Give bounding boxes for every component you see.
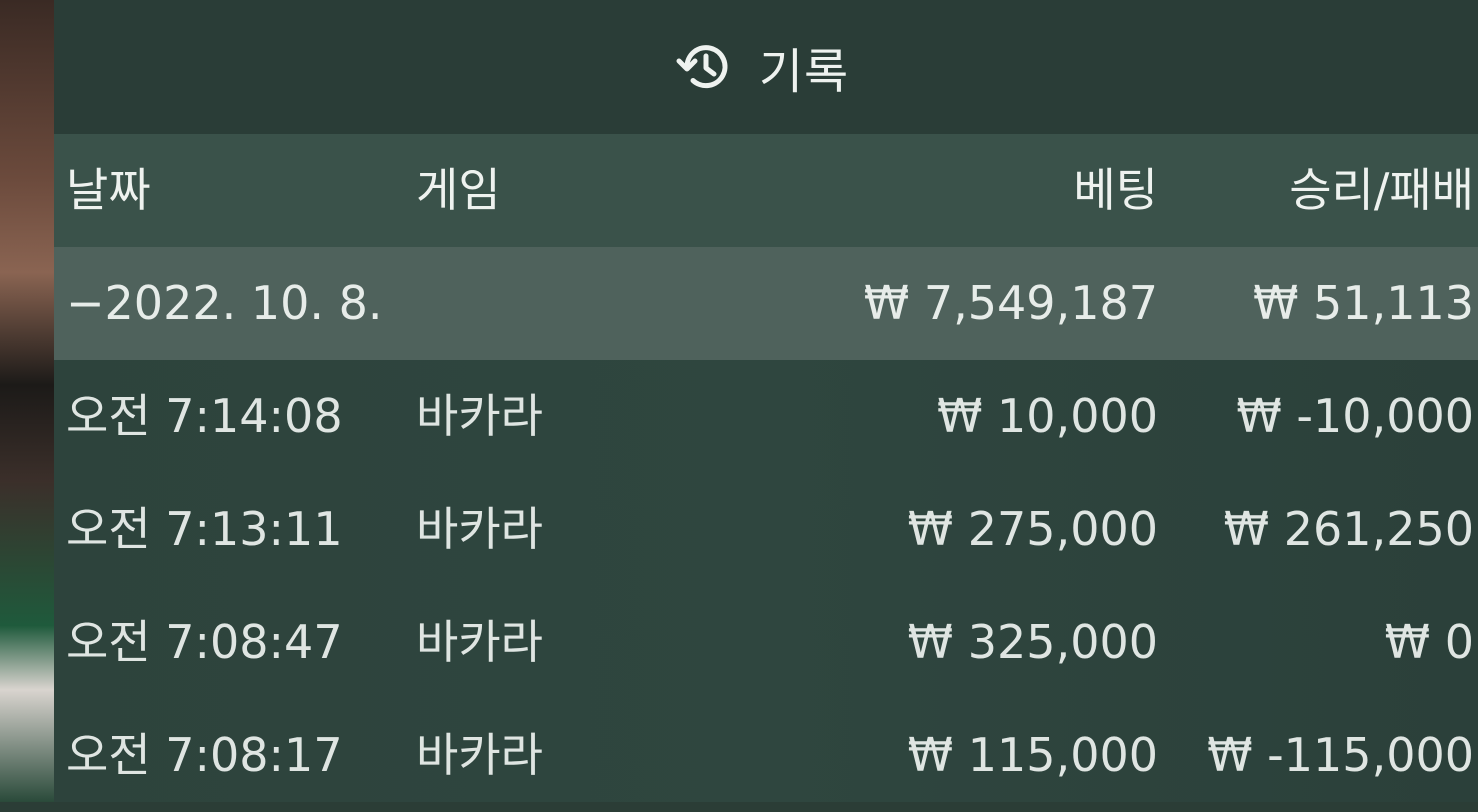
history-icon bbox=[676, 45, 728, 89]
row-game: 바카라 bbox=[416, 502, 543, 556]
row-result: ₩ 0 bbox=[1384, 615, 1474, 669]
column-header-date[interactable]: 날짜 bbox=[66, 134, 151, 247]
column-header-bet[interactable]: 베팅 bbox=[1073, 134, 1158, 247]
row-game: 바카라 bbox=[416, 615, 543, 669]
table-row[interactable]: 오전 7:13:11 바카라 ₩ 275,000 ₩ 261,250 bbox=[54, 473, 1478, 586]
table-row[interactable]: 오전 7:14:08 바카라 ₩ 10,000 ₩ -10,000 bbox=[54, 360, 1478, 473]
column-header-result[interactable]: 승리/패배 bbox=[1289, 134, 1474, 247]
row-time: 오전 7:13:11 bbox=[66, 502, 343, 556]
row-bet: ₩ 10,000 bbox=[936, 389, 1158, 443]
summary-date: −2022. 10. 8. bbox=[66, 276, 383, 330]
row-game: 바카라 bbox=[416, 389, 543, 443]
row-time: 오전 7:08:17 bbox=[66, 728, 343, 782]
row-bet: ₩ 325,000 bbox=[907, 615, 1158, 669]
row-time: 오전 7:14:08 bbox=[66, 389, 343, 443]
row-time: 오전 7:08:47 bbox=[66, 615, 343, 669]
row-result: ₩ 261,250 bbox=[1223, 502, 1474, 556]
row-result: ₩ -115,000 bbox=[1207, 728, 1474, 782]
summary-bet-total: ₩ 7,549,187 bbox=[863, 276, 1158, 330]
table-row[interactable]: 오전 7:08:17 바카라 ₩ 115,000 ₩ -115,000 bbox=[54, 699, 1478, 812]
date-summary-row[interactable]: −2022. 10. 8. ₩ 7,549,187 ₩ 51,113 bbox=[54, 247, 1478, 360]
row-bet: ₩ 115,000 bbox=[907, 728, 1158, 782]
history-title-bar: 기록 bbox=[54, 0, 1478, 134]
background-video bbox=[0, 0, 54, 802]
title-group: 기록 bbox=[675, 32, 849, 102]
history-panel: 기록 날짜 게임 베팅 승리/패배 −2022. 10. 8. ₩ 7,549,… bbox=[54, 0, 1478, 802]
column-header-game[interactable]: 게임 bbox=[416, 134, 501, 247]
row-bet: ₩ 275,000 bbox=[907, 502, 1158, 556]
row-result: ₩ -10,000 bbox=[1236, 389, 1474, 443]
page-title: 기록 bbox=[758, 44, 850, 100]
row-game: 바카라 bbox=[416, 728, 543, 782]
table-row[interactable]: 오전 7:08:47 바카라 ₩ 325,000 ₩ 0 bbox=[54, 586, 1478, 699]
summary-result-total: ₩ 51,113 bbox=[1252, 276, 1474, 330]
table-header-row: 날짜 게임 베팅 승리/패배 bbox=[54, 134, 1478, 247]
